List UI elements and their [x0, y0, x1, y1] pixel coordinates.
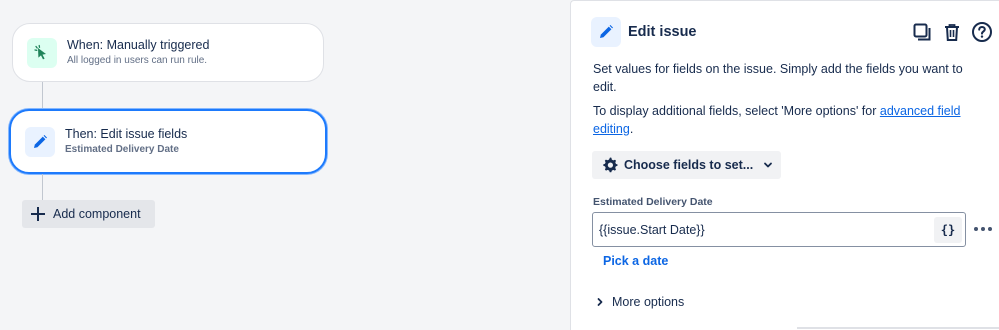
panel-description-advanced: To display additional fields, select 'Mo… — [593, 102, 988, 138]
edit-issue-panel: Edit issue Set values for fields on the … — [570, 0, 999, 330]
action-card[interactable]: Then: Edit issue fields Estimated Delive… — [9, 109, 327, 174]
description-suffix: . — [629, 122, 634, 136]
pick-date-link[interactable]: Pick a date — [603, 254, 668, 268]
add-component-button[interactable]: Add component — [22, 200, 155, 228]
plus-icon — [30, 206, 46, 222]
connector-line — [42, 82, 43, 109]
duplicate-icon[interactable] — [911, 21, 933, 43]
delete-icon[interactable] — [941, 21, 963, 43]
rule-canvas: When: Manually triggered All logged in u… — [0, 0, 570, 330]
gear-icon — [601, 156, 619, 174]
smart-value-button[interactable]: {} — [934, 216, 962, 243]
more-options-toggle[interactable]: More options — [595, 295, 684, 309]
panel-actions — [911, 21, 993, 43]
panel-description: Set values for fields on the issue. Simp… — [593, 62, 963, 94]
choose-fields-label: Choose fields to set... — [624, 158, 754, 172]
pencil-icon — [591, 17, 621, 47]
chevron-down-icon — [762, 159, 774, 171]
trigger-card[interactable]: When: Manually triggered All logged in u… — [12, 23, 324, 82]
action-title: Then: Edit issue fields — [65, 127, 188, 141]
panel-header: Edit issue — [591, 17, 697, 47]
panel-title: Edit issue — [628, 24, 697, 40]
chevron-right-icon — [595, 297, 605, 307]
trigger-title: When: Manually triggered — [67, 38, 210, 52]
description-text: To display additional fields, select 'Mo… — [593, 104, 880, 118]
field-value[interactable]: {{issue.Start Date}} — [599, 223, 934, 237]
field-label: Estimated Delivery Date — [593, 196, 713, 208]
help-icon[interactable] — [971, 21, 993, 43]
divider — [797, 327, 999, 329]
more-actions-icon[interactable] — [971, 222, 995, 236]
choose-fields-button[interactable]: Choose fields to set... — [592, 151, 781, 179]
add-component-label: Add component — [53, 207, 141, 221]
trigger-subtitle: All logged in users can run rule. — [67, 55, 208, 66]
estimated-delivery-date-field[interactable]: {{issue.Start Date}} {} — [592, 212, 966, 247]
connector-line — [42, 174, 43, 200]
pencil-icon — [25, 126, 55, 157]
action-subtitle: Estimated Delivery Date — [65, 144, 179, 155]
more-options-label: More options — [612, 295, 685, 309]
cursor-click-icon — [27, 37, 57, 68]
